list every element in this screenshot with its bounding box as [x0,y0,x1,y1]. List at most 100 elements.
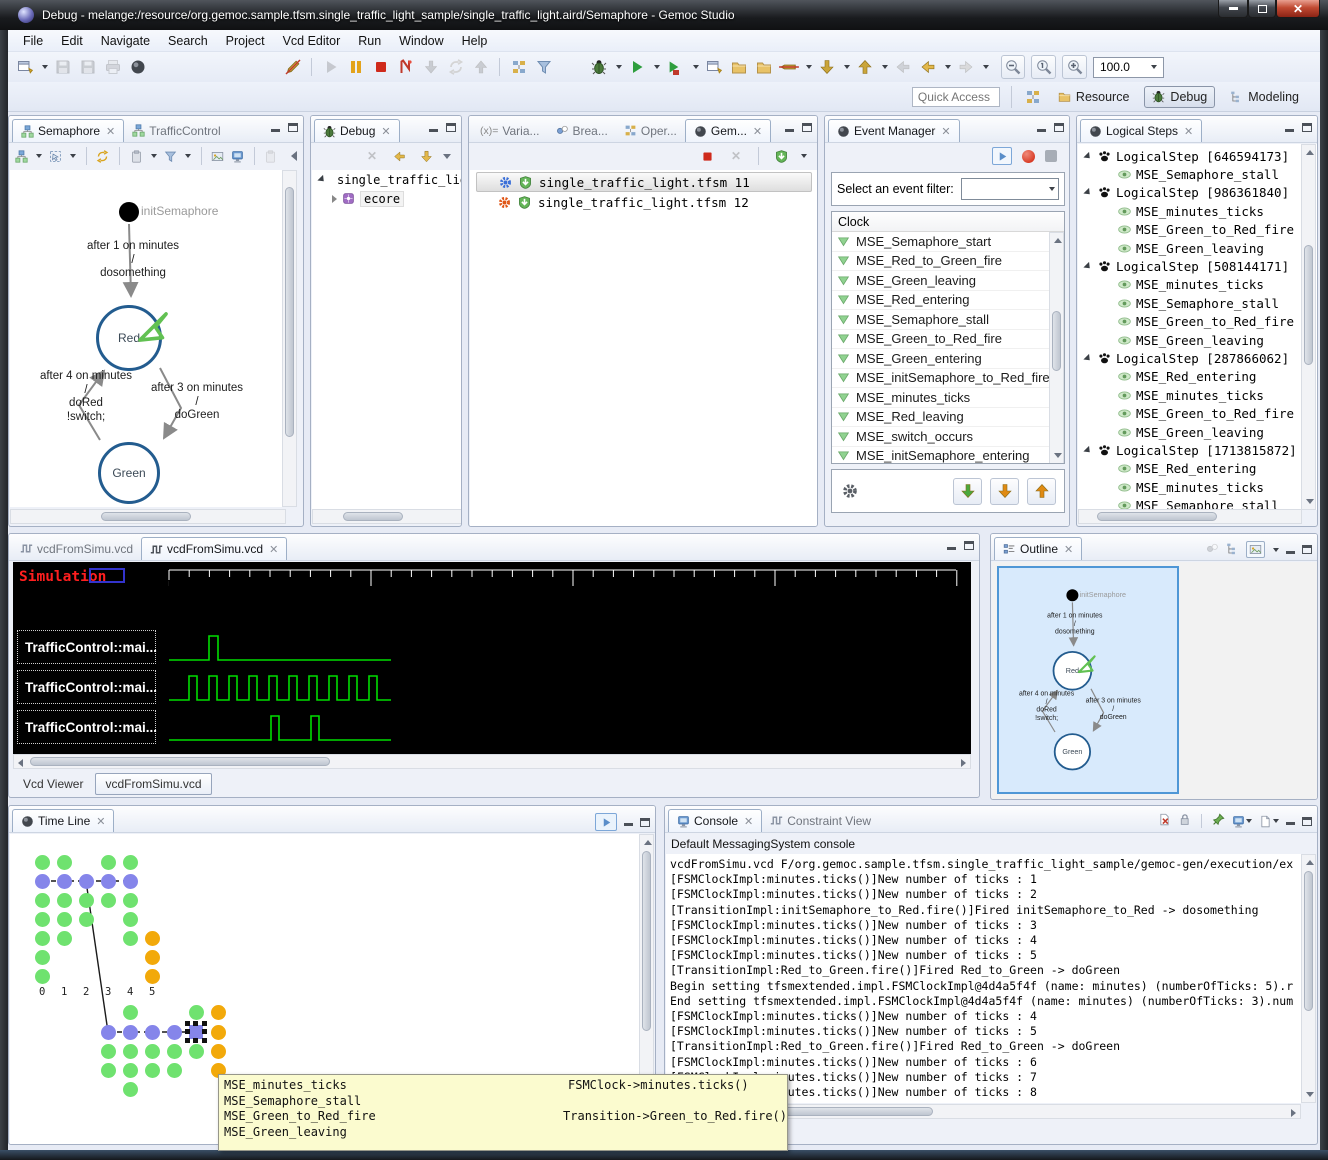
vcd-waveform-canvas[interactable]: Simulation 10 TrafficControl::mai...Traf… [13,562,971,754]
resume-button[interactable] [321,57,340,77]
mse-event-item[interactable]: MSE_Semaphore_stall [1078,496,1318,510]
logical-step-item[interactable]: LogicalStep [287866062] [1078,349,1318,367]
tab-close-icon[interactable]: ✕ [96,815,105,828]
timeline-dot-green[interactable] [57,912,72,927]
print-button[interactable] [104,57,123,77]
prev-annotation-dropdown-icon[interactable] [882,65,888,69]
tab-event-manager[interactable]: Event Manager✕ [828,119,960,142]
mse-event-item[interactable]: MSE_Green_to_Red_fire [1078,404,1318,422]
force-clock-green-button[interactable] [953,478,982,505]
tab-close-icon[interactable]: ✕ [941,125,950,138]
minimize-icon[interactable] [785,124,794,132]
forward-button[interactable] [957,57,976,77]
release-clock-button[interactable] [1027,478,1056,505]
maximize-icon[interactable] [288,123,298,132]
timeline-dot-blue[interactable] [101,1025,116,1040]
record-button[interactable] [1022,150,1035,163]
run-dropdown-icon[interactable] [654,65,660,69]
timeline-dot-orange[interactable] [211,1044,226,1059]
diagram-vscrollbar[interactable] [282,170,297,507]
tab-close-icon[interactable]: ✕ [1184,125,1193,138]
refresh-button[interactable] [96,146,109,166]
mse-event-item[interactable]: MSE_Semaphore_stall [1078,294,1318,312]
debug-tree-child[interactable]: ecore [312,189,462,208]
skip-all-button[interactable] [534,57,553,77]
minimize-icon[interactable] [1285,124,1294,132]
back-dropdown-icon[interactable] [945,65,951,69]
clock-vscrollbar[interactable] [1049,232,1064,464]
steps-hscrollbar[interactable] [1078,509,1302,524]
timeline-dot-green[interactable] [35,855,50,870]
clock-row[interactable]: MSE_switch_occurs [832,427,1064,447]
minimize-icon[interactable] [1286,817,1295,825]
timeline-dot-green[interactable] [123,1044,138,1059]
timeline-dot-green[interactable] [101,1063,116,1078]
mse-event-item[interactable]: MSE_Green_leaving [1078,331,1318,349]
tab-operations[interactable]: Oper... [616,119,685,142]
clock-row[interactable]: MSE_Red_leaving [832,408,1064,428]
tab-vcd-inactive[interactable]: vcdFromSimu.vcd [12,537,141,560]
step-over-button[interactable] [446,57,465,77]
timeline-dot-green[interactable] [145,1063,160,1078]
timeline-dot-green[interactable] [35,950,50,965]
state-green[interactable]: Green [98,442,160,504]
copy-appearance-button[interactable] [130,146,143,166]
tab-vcd-active[interactable]: vcdFromSimu.vcd✕ [141,537,287,560]
engine-row[interactable]: single_traffic_light.tfsm 11 [476,172,812,192]
event-filter-combo[interactable] [961,178,1059,200]
show-next-button[interactable] [416,146,436,166]
new-wizard-button[interactable] [16,57,35,77]
timeline-dot-blue[interactable] [35,874,50,889]
clear-console-button[interactable] [1158,813,1171,829]
tab-breakpoints[interactable]: Brea... [548,119,616,142]
debug-hscrollbar[interactable] [312,509,462,524]
console-output[interactable]: vcdFromSimu.vcd F/org.gemoc.sample.tfsm.… [666,854,1301,1103]
timeline-dot-green[interactable] [35,969,50,984]
clock-row[interactable]: MSE_Semaphore_start [832,232,1064,252]
timeline-dot-green[interactable] [35,931,50,946]
open-element-button[interactable] [730,57,749,77]
initial-state-dot[interactable] [1066,589,1078,601]
tab-close-icon[interactable]: ✕ [744,815,753,828]
timeline-dot-blue[interactable] [57,874,72,889]
perspective-debug[interactable]: Debug [1144,86,1215,108]
timeline-dot-green[interactable] [145,1044,160,1059]
expand-arrow-icon[interactable] [1083,354,1092,363]
search-button[interactable] [780,57,799,77]
view-menu-icon[interactable] [1273,548,1279,552]
steps-vscrollbar[interactable] [1301,144,1316,510]
timeline-dot-orange[interactable] [145,950,160,965]
minimize-button[interactable] [1218,0,1248,18]
debug-tree-root[interactable]: single_traffic_light [G [312,170,462,189]
tab-close-icon[interactable]: ✕ [381,125,390,138]
debug-dropdown-icon[interactable] [616,65,622,69]
clock-row[interactable]: MSE_Red_entering [832,291,1064,311]
timeline-dot-orange[interactable] [211,1025,226,1040]
save-all-button[interactable] [79,57,98,77]
terminate-button[interactable] [371,57,390,77]
menu-run[interactable]: Run [349,31,390,51]
menu-edit[interactable]: Edit [52,31,92,51]
clock-column-header[interactable]: Clock [832,212,1064,232]
clock-row[interactable]: MSE_Green_leaving [832,271,1064,291]
back-button[interactable] [919,57,938,77]
shield-dropdown-icon[interactable] [801,154,807,158]
disconnect-button[interactable] [396,57,415,77]
stop-engine-button[interactable] [697,146,717,166]
tab-close-icon[interactable]: ✕ [106,125,115,138]
palette-collapse-icon[interactable] [291,151,297,161]
scroll-lock-button[interactable] [1178,813,1191,829]
tab-vcd-viewer[interactable]: Vcd Viewer [14,773,92,795]
diagram-canvas[interactable]: initSemaphoreRedGreenafter 1 on minutes … [10,170,286,507]
zoom-in-button[interactable] [1062,55,1087,79]
maximize-icon[interactable] [1302,545,1312,554]
menu-navigate[interactable]: Navigate [92,31,159,51]
maximize-icon[interactable] [802,123,812,132]
timeline-dot-green[interactable] [167,1044,182,1059]
diagram-hscrollbar[interactable] [10,509,286,524]
menu-search[interactable]: Search [159,31,217,51]
new-dropdown-icon[interactable] [42,65,48,69]
timeline-dot-orange[interactable] [145,969,160,984]
clock-row[interactable]: MSE_Semaphore_stall [832,310,1064,330]
minimize-icon[interactable] [1286,546,1295,554]
